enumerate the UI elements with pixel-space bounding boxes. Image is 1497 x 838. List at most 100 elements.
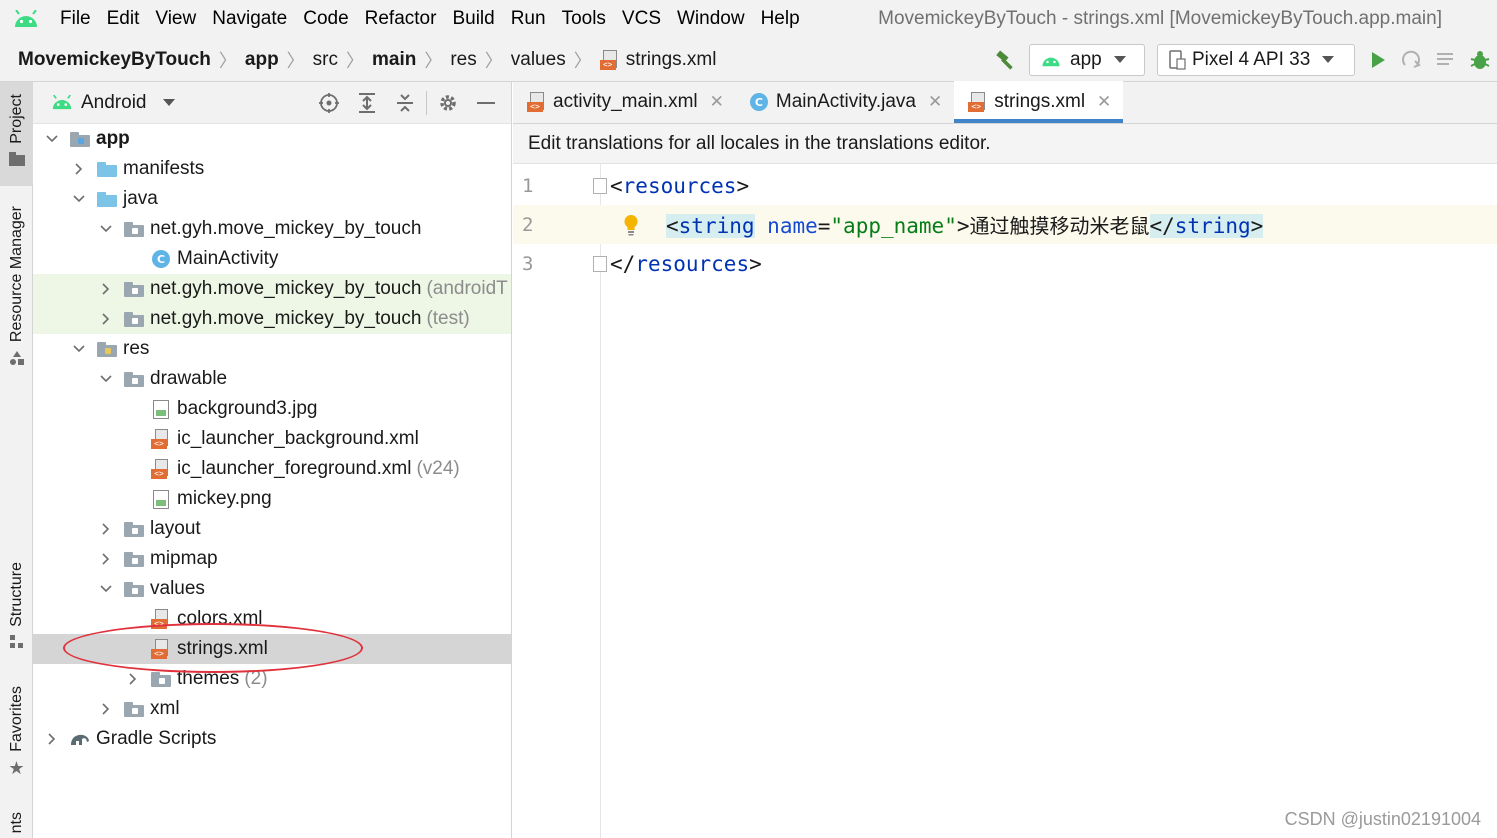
- tree-row-drawable[interactable]: drawable: [33, 364, 511, 394]
- window-title: MovemickeyByTouch - strings.xml [Movemic…: [878, 8, 1442, 29]
- breadcrumb-module[interactable]: app: [245, 49, 279, 71]
- chevron-down-icon: [1322, 56, 1335, 63]
- list-icon[interactable]: [1429, 43, 1463, 77]
- tree-row-mickey[interactable]: mickey.png: [33, 484, 511, 514]
- tool-tab-build-variants[interactable]: nts: [0, 812, 33, 838]
- tool-tab-favorites[interactable]: Favorites ★: [0, 686, 33, 792]
- tree-row-layout[interactable]: layout: [33, 514, 511, 544]
- tree-label: net.gyh.move_mickey_by_touch: [150, 218, 422, 239]
- hammer-icon[interactable]: [989, 43, 1023, 77]
- tree-row-background3[interactable]: background3.jpg: [33, 394, 511, 424]
- tree-row-package[interactable]: net.gyh.move_mickey_by_touch: [33, 214, 511, 244]
- hide-panel-icon[interactable]: [467, 84, 505, 122]
- tree-row-strings[interactable]: <> strings.xml: [33, 634, 511, 664]
- chevron-down-icon[interactable]: [45, 132, 59, 146]
- tree-row-ic-launcher-background[interactable]: <> ic_launcher_background.xml: [33, 424, 511, 454]
- tree-row-res[interactable]: res: [33, 334, 511, 364]
- code-line-2[interactable]: 2 <string name="app_name">通过触摸移动米老鼠</str…: [513, 205, 1497, 244]
- breadcrumb-project[interactable]: MovemickeyByTouch: [18, 49, 211, 71]
- class-icon: C: [150, 249, 172, 269]
- apply-changes-icon[interactable]: [1395, 43, 1429, 77]
- chevron-right-icon[interactable]: [99, 522, 113, 536]
- line-number: 1: [522, 174, 534, 197]
- menu-edit[interactable]: Edit: [99, 0, 148, 38]
- menu-file[interactable]: File: [52, 0, 99, 38]
- tool-window-stripe: Project Resource Manager Structure Favor…: [0, 82, 33, 838]
- debug-bug-icon[interactable]: [1463, 43, 1497, 77]
- menu-vcs[interactable]: VCS: [614, 0, 669, 38]
- project-panel-header: Android: [33, 82, 511, 124]
- tree-row-java[interactable]: java: [33, 184, 511, 214]
- tree-row-manifests[interactable]: manifests: [33, 154, 511, 184]
- device-select[interactable]: Pixel 4 API 33: [1157, 43, 1355, 76]
- menu-navigate[interactable]: Navigate: [204, 0, 295, 38]
- tree-row-xml[interactable]: xml: [33, 694, 511, 724]
- code-line-3[interactable]: 3 </resources>: [513, 244, 1497, 283]
- tree-row-mainactivity[interactable]: C MainActivity: [33, 244, 511, 274]
- tree-row-colors[interactable]: <> colors.xml: [33, 604, 511, 634]
- tree-row-package-androidtest[interactable]: net.gyh.move_mickey_by_touch (androidT: [33, 274, 511, 304]
- chevron-down-icon[interactable]: [99, 222, 113, 236]
- breadcrumb-src[interactable]: src: [313, 49, 338, 71]
- menu-refactor[interactable]: Refactor: [357, 0, 445, 38]
- chevron-right-icon[interactable]: [99, 552, 113, 566]
- tree-row-mipmap[interactable]: mipmap: [33, 544, 511, 574]
- tree-row-package-test[interactable]: net.gyh.move_mickey_by_touch (test): [33, 304, 511, 334]
- lightbulb-icon[interactable]: [623, 214, 639, 236]
- tool-tab-structure[interactable]: Structure: [0, 562, 33, 662]
- close-icon[interactable]: ✕: [928, 92, 942, 112]
- chevron-right-icon[interactable]: [99, 282, 113, 296]
- menu-view[interactable]: View: [147, 0, 204, 38]
- tool-tab-project[interactable]: Project: [0, 82, 33, 186]
- tree-row-values[interactable]: values: [33, 574, 511, 604]
- image-file-icon: [150, 489, 172, 509]
- menu-tools[interactable]: Tools: [554, 0, 614, 38]
- code-editor[interactable]: 1 <resources> 2 <string name="app_name">…: [513, 164, 1497, 838]
- tree-label: values: [150, 578, 205, 599]
- chevron-right-icon[interactable]: [99, 312, 113, 326]
- expand-all-icon[interactable]: [348, 84, 386, 122]
- android-icon: [52, 95, 72, 110]
- menu-run[interactable]: Run: [503, 0, 554, 38]
- chevron-down-icon[interactable]: [72, 192, 86, 206]
- collapse-all-icon[interactable]: [386, 84, 424, 122]
- gear-icon[interactable]: [429, 84, 467, 122]
- editor-area: <> activity_main.xml ✕ C MainActivity.ja…: [513, 81, 1497, 838]
- close-icon[interactable]: ✕: [1097, 92, 1111, 112]
- menu-help[interactable]: Help: [753, 0, 808, 38]
- chevron-right-icon[interactable]: [126, 672, 140, 686]
- chevron-right-icon[interactable]: [72, 162, 86, 176]
- menu-window[interactable]: Window: [669, 0, 753, 38]
- tab-strings-xml[interactable]: <> strings.xml ✕: [954, 81, 1124, 123]
- breadcrumb-main[interactable]: main: [372, 49, 416, 71]
- tab-mainactivity-java[interactable]: C MainActivity.java ✕: [736, 81, 954, 123]
- locate-file-icon[interactable]: [310, 84, 348, 122]
- tree-row-gradle-scripts[interactable]: Gradle Scripts: [33, 724, 511, 754]
- chevron-down-icon[interactable]: [162, 99, 175, 106]
- xml-file-icon: <>: [150, 639, 172, 659]
- chevron-right-icon[interactable]: [45, 732, 59, 746]
- chevron-right-icon[interactable]: [99, 702, 113, 716]
- run-icon[interactable]: [1361, 43, 1395, 77]
- chevron-down-icon[interactable]: [99, 372, 113, 386]
- tool-tab-resource-manager[interactable]: Resource Manager: [0, 206, 33, 386]
- project-view-select[interactable]: Android: [81, 92, 147, 114]
- run-config-select[interactable]: app: [1029, 43, 1145, 76]
- breadcrumb-res[interactable]: res: [450, 49, 476, 71]
- close-icon[interactable]: ✕: [710, 92, 724, 112]
- tab-activity-main-xml[interactable]: <> activity_main.xml ✕: [513, 81, 736, 123]
- tree-row-app[interactable]: app: [33, 124, 511, 154]
- android-icon: [1042, 57, 1060, 66]
- chevron-down-icon[interactable]: [99, 582, 113, 596]
- tree-row-ic-launcher-foreground[interactable]: <> ic_launcher_foreground.xml (v24): [33, 454, 511, 484]
- menu-code[interactable]: Code: [295, 0, 356, 38]
- tab-label: strings.xml: [994, 91, 1086, 112]
- menu-build[interactable]: Build: [444, 0, 502, 38]
- chevron-down-icon[interactable]: [72, 342, 86, 356]
- breadcrumb-values[interactable]: values: [511, 49, 566, 71]
- tree-row-themes[interactable]: themes (2): [33, 664, 511, 694]
- breadcrumb-file[interactable]: strings.xml: [626, 49, 717, 71]
- fold-marker-icon[interactable]: [593, 255, 607, 272]
- code-line-1[interactable]: 1 <resources>: [513, 166, 1497, 205]
- fold-marker-icon[interactable]: [593, 177, 607, 194]
